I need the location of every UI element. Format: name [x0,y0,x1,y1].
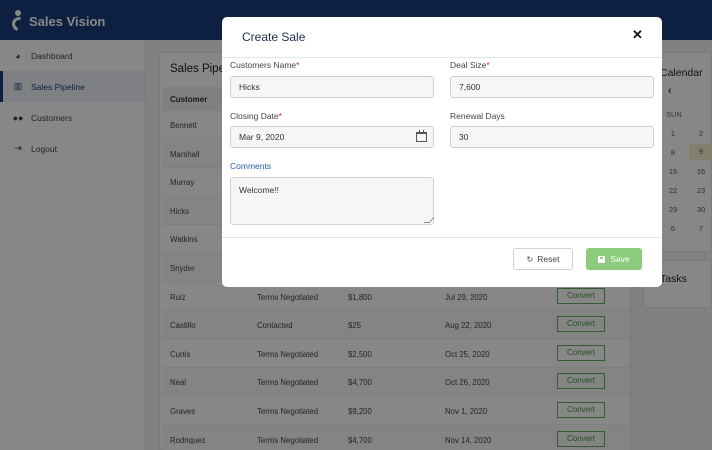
create-sale-dialog: Create Sale ✕ Customers Name* Hicks Deal… [222,17,662,287]
comments-label: Comments [230,161,272,171]
divider [222,57,662,58]
dialog-title: Create Sale [242,30,306,44]
deal-size-input[interactable]: 7,600 [450,76,654,98]
closing-date-label: Closing Date* [230,111,282,121]
reset-button[interactable]: ↻ Reset [513,248,573,270]
deal-size-label: Deal Size* [450,60,490,70]
close-icon[interactable]: ✕ [632,27,643,43]
calendar-icon[interactable] [416,130,427,142]
closing-date-value: Mar 9, 2020 [239,132,285,142]
renewal-days-label: Renewal Days [450,111,505,121]
comments-textarea[interactable]: Welcome!! [230,177,435,225]
save-icon [598,255,606,263]
renewal-days-input[interactable]: 30 [450,126,654,148]
reset-label: Reset [537,254,560,264]
closing-date-input[interactable]: Mar 9, 2020 [230,126,434,148]
customers-name-input[interactable]: Hicks [230,76,434,98]
save-label: Save [610,254,630,264]
save-button[interactable]: Save [586,248,642,270]
refresh-icon: ↻ [526,254,534,264]
customers-name-label: Customers Name* [230,60,300,70]
comments-value: Welcome!! [239,185,279,195]
resize-handle[interactable] [423,217,435,223]
divider [222,237,662,238]
